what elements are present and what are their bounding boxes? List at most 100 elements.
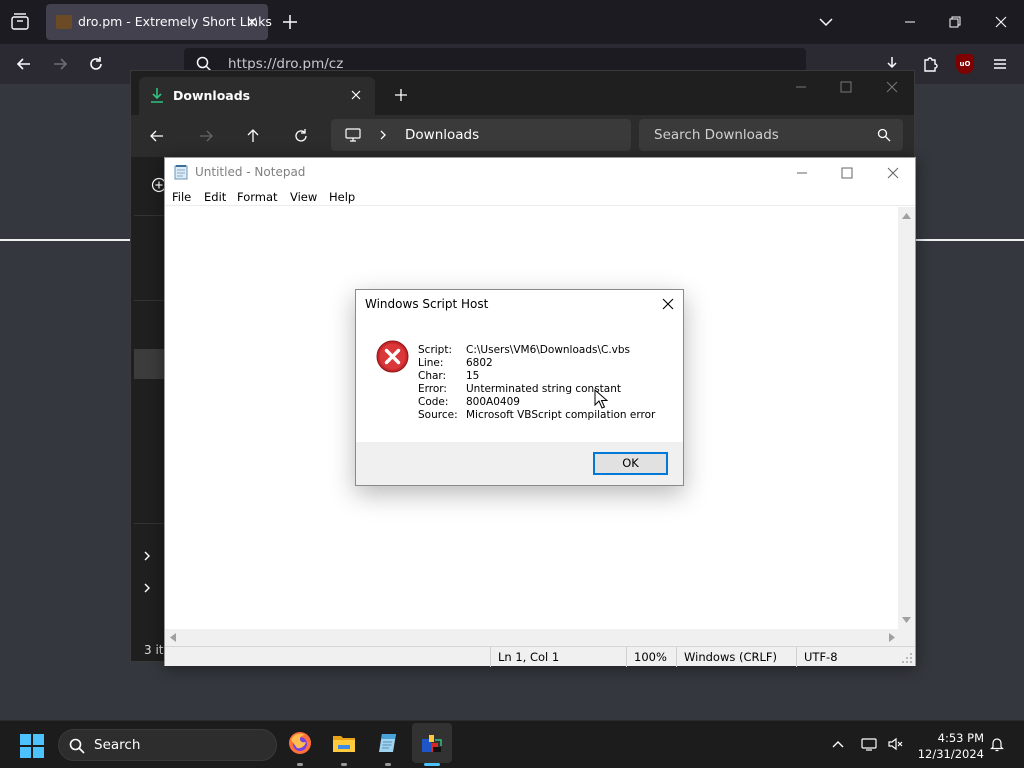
system-clock[interactable]: 4:53 PM 12/31/2024 (904, 730, 984, 762)
refresh-icon[interactable] (293, 128, 309, 144)
detail-key: Char: (418, 370, 447, 382)
detail-value: Microsoft VBScript compilation error (466, 409, 656, 421)
search-icon (69, 738, 85, 754)
close-tab-icon[interactable] (244, 14, 260, 30)
sidebar-divider (134, 215, 164, 216)
detail-key: Error: (418, 383, 447, 395)
running-indicator (385, 763, 391, 766)
horizontal-scrollbar[interactable] (165, 629, 900, 646)
explorer-titlebar: Downloads (131, 71, 914, 115)
detail-key: Source: (418, 409, 458, 421)
firefox-icon (288, 731, 312, 755)
close-icon[interactable] (662, 298, 674, 310)
new-tab-icon[interactable] (393, 87, 409, 103)
menu-bar: File Edit Format View Help (165, 186, 915, 206)
explorer-tab-downloads[interactable]: Downloads (139, 77, 375, 115)
browser-tab-active[interactable]: dro.pm - Extremely Short Links (46, 4, 272, 40)
detail-row: Code: 800A0409 (418, 396, 655, 409)
restore-icon[interactable] (945, 12, 965, 32)
detail-value: 800A0409 (466, 396, 520, 408)
detail-row: Source: Microsoft VBScript compilation er… (418, 409, 655, 422)
close-window-icon[interactable] (991, 12, 1011, 32)
sidebar-item-selected[interactable] (134, 349, 164, 379)
clock-time: 4:53 PM (937, 731, 984, 745)
forward-arrow-icon[interactable] (198, 128, 214, 144)
notepad-icon (174, 164, 188, 180)
minimize-icon[interactable] (795, 166, 809, 180)
taskbar-search[interactable]: Search (58, 729, 277, 761)
zoom-level: 100% (626, 647, 676, 667)
detail-key: Script: (418, 344, 452, 356)
running-indicator (341, 763, 347, 766)
chevron-up-icon[interactable] (830, 736, 846, 752)
volume-muted-icon[interactable] (887, 736, 903, 752)
maximize-icon[interactable] (838, 79, 854, 95)
detail-key: Code: (418, 396, 449, 408)
forward-arrow-icon[interactable] (50, 54, 70, 74)
search-placeholder: Search Downloads (654, 127, 779, 143)
taskbar: Search 4:53 PM 12/31/2024 (0, 720, 1024, 768)
extensions-icon[interactable] (920, 54, 940, 74)
scroll-down-icon[interactable] (902, 617, 911, 623)
mouse-pointer-icon (594, 389, 608, 409)
cursor-position: Ln 1, Col 1 (490, 647, 626, 667)
ublock-origin-icon[interactable]: uO (956, 54, 974, 74)
dialog-titlebar: Windows Script Host (356, 290, 683, 318)
maximize-icon[interactable] (840, 166, 854, 180)
up-arrow-icon[interactable] (245, 128, 261, 144)
back-arrow-icon[interactable] (149, 128, 165, 144)
windows-start-icon[interactable] (20, 734, 44, 758)
scroll-up-icon[interactable] (902, 213, 911, 219)
detail-row: Script: C:\Users\VM6\Downloads\C.vbs (418, 344, 655, 357)
line-ending: Windows (CRLF) (676, 647, 796, 667)
scroll-corner (898, 629, 915, 646)
resize-grip-icon[interactable] (902, 653, 912, 663)
notification-bell-icon[interactable] (989, 736, 1005, 752)
taskbar-app-script[interactable] (412, 723, 452, 766)
close-tab-icon[interactable] (349, 88, 363, 102)
running-indicator (297, 763, 303, 766)
script-icon (420, 731, 444, 755)
minimize-icon[interactable] (793, 79, 809, 95)
detail-row: Line: 6802 (418, 357, 655, 370)
menu-format[interactable]: Format (237, 190, 278, 204)
breadcrumb: Downloads (405, 127, 480, 143)
vertical-scrollbar[interactable] (898, 207, 915, 629)
close-window-icon[interactable] (884, 79, 900, 95)
chevron-right-icon[interactable] (141, 582, 153, 594)
ok-button[interactable]: OK (593, 452, 668, 475)
list-all-tabs-icon[interactable] (8, 10, 32, 34)
address-bar[interactable]: Downloads (331, 119, 631, 151)
status-bar: Ln 1, Col 1 100% Windows (CRLF) UTF-8 (165, 646, 915, 667)
error-details: Script: C:\Users\VM6\Downloads\C.vbs Line… (418, 344, 655, 422)
taskbar-app-file-explorer[interactable] (324, 723, 364, 766)
search-input[interactable]: Search Downloads (639, 119, 903, 151)
download-arrow-icon (149, 87, 165, 103)
detail-row: Error: Unterminated string constant (418, 383, 655, 396)
new-tab-icon[interactable] (280, 12, 300, 32)
reload-icon[interactable] (86, 54, 106, 74)
scroll-left-icon[interactable] (170, 633, 176, 642)
minimize-icon[interactable] (900, 12, 920, 32)
chevron-down-icon[interactable] (816, 12, 836, 32)
menu-edit[interactable]: Edit (204, 190, 226, 204)
menu-hamburger-icon[interactable] (990, 54, 1010, 74)
taskbar-app-notepad[interactable] (368, 723, 408, 766)
search-icon (877, 128, 891, 142)
close-window-icon[interactable] (886, 166, 900, 180)
menu-help[interactable]: Help (329, 190, 355, 204)
window-title: Untitled - Notepad (195, 165, 306, 179)
notepad-titlebar: Untitled - Notepad (165, 158, 915, 186)
clock-date: 12/31/2024 (917, 747, 984, 761)
scroll-right-icon[interactable] (889, 633, 895, 642)
sidebar-divider (134, 523, 164, 524)
menu-view[interactable]: View (290, 190, 317, 204)
network-icon[interactable] (861, 736, 877, 752)
file-explorer-icon (332, 731, 356, 755)
dialog-body: Script: C:\Users\VM6\Downloads\C.vbs Line… (356, 318, 683, 442)
menu-file[interactable]: File (172, 190, 191, 204)
chevron-right-icon[interactable] (141, 550, 153, 562)
back-arrow-icon[interactable] (14, 54, 34, 74)
encoding: UTF-8 (796, 647, 899, 667)
taskbar-app-firefox[interactable] (280, 723, 320, 766)
